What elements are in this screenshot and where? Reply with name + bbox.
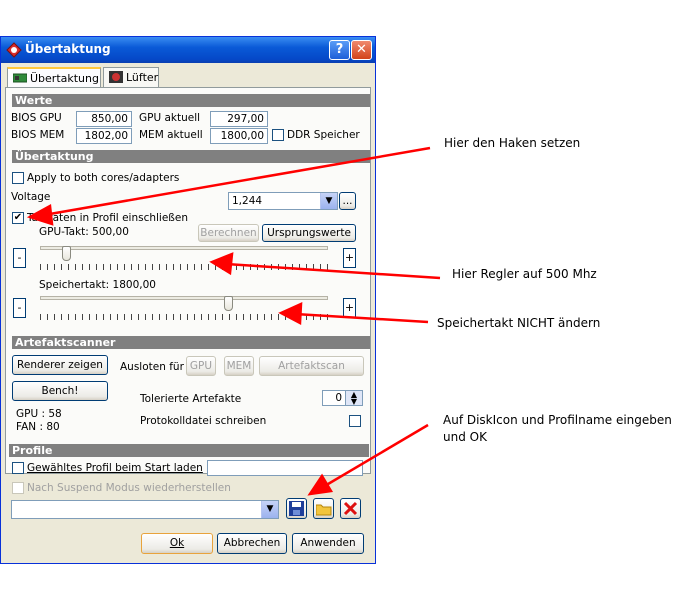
arrow-haken [43,146,431,217]
annotation-disk-line1: Auf DiskIcon und Profilname eingeben [443,413,672,427]
arrow-speicher-head [278,302,303,326]
arrow-speicher [294,312,429,324]
annotation-arrows [26,146,441,496]
arrow-regler [225,262,441,280]
arrow-regler-head [209,252,234,276]
arrow-disk [322,423,429,489]
annotation-haken: Hier den Haken setzen [444,136,581,150]
annotation-speicher: Speichertakt NICHT ändern [437,316,601,330]
arrow-haken-head [26,204,54,226]
annotation-regler: Hier Regler auf 500 Mhz [452,267,597,281]
arrow-disk-head [307,473,334,496]
annotation-disk-line2: und OK [443,430,487,444]
